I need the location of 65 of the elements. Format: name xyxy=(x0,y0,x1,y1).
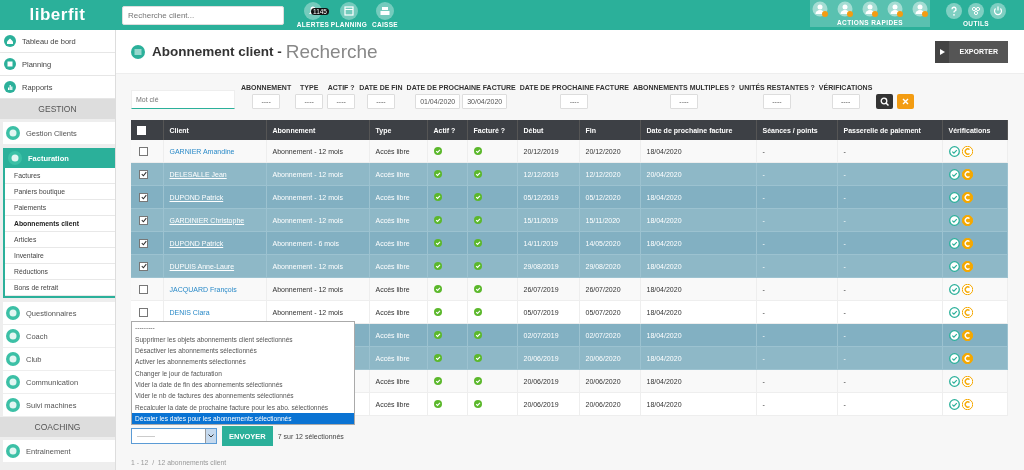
coin-icon[interactable] xyxy=(961,283,973,295)
checkmark-icon xyxy=(140,240,147,246)
search-icon xyxy=(880,97,890,106)
coin-icon[interactable] xyxy=(961,398,973,410)
coin-icon[interactable] xyxy=(961,237,973,249)
circle-icon xyxy=(6,329,20,343)
list-icon xyxy=(131,44,145,59)
circle-icon xyxy=(6,126,20,140)
check-circle-icon[interactable] xyxy=(948,283,960,295)
checkmark-icon xyxy=(140,194,147,200)
caret-icon xyxy=(208,434,214,438)
circle-icon xyxy=(8,151,22,165)
section-title: GESTION xyxy=(0,99,115,119)
power-icon[interactable] xyxy=(990,3,1006,19)
user-add-icon[interactable] xyxy=(811,1,829,18)
check-circle-icon[interactable] xyxy=(948,191,960,203)
home-icon xyxy=(4,35,16,47)
row-checkbox[interactable] xyxy=(139,261,148,271)
row-checkbox[interactable] xyxy=(139,192,148,202)
coin-icon[interactable] xyxy=(961,191,973,203)
circle-icon xyxy=(6,444,20,458)
coin-icon[interactable] xyxy=(961,329,973,341)
coin-icon[interactable] xyxy=(961,168,973,180)
row-checkbox[interactable] xyxy=(139,215,148,225)
check-circle-icon[interactable] xyxy=(948,168,960,180)
coin-icon[interactable] xyxy=(961,375,973,387)
check-circle-icon[interactable] xyxy=(948,398,960,410)
checkmark-icon xyxy=(140,217,147,223)
coin-icon[interactable] xyxy=(961,214,973,226)
page-subtitle: Recherche xyxy=(285,40,378,63)
logo: liberfit xyxy=(28,5,87,25)
tools-icon[interactable] xyxy=(968,3,984,19)
search-field[interactable]: Recherche client... xyxy=(122,5,284,25)
check-circle-icon[interactable] xyxy=(948,145,960,157)
search-button[interactable] xyxy=(876,94,894,109)
row-checkbox[interactable] xyxy=(139,307,148,317)
coin-icon[interactable] xyxy=(961,260,973,272)
row-checkbox[interactable] xyxy=(139,169,148,179)
help-icon[interactable] xyxy=(946,3,962,19)
section-title: COACHING xyxy=(0,417,115,437)
close-icon xyxy=(902,98,910,105)
circle-icon xyxy=(6,306,20,320)
check-circle-icon[interactable] xyxy=(948,306,960,318)
coin-icon[interactable] xyxy=(961,306,973,318)
check-circle-icon[interactable] xyxy=(948,375,960,387)
circle-icon xyxy=(6,398,20,412)
check-circle-icon[interactable] xyxy=(948,329,960,341)
row-checkbox[interactable] xyxy=(139,146,148,156)
chart-icon xyxy=(4,81,16,93)
row-checkbox[interactable] xyxy=(139,238,148,248)
cash-register-icon xyxy=(376,2,394,20)
checkmark-icon xyxy=(140,171,147,177)
select-all-checkbox[interactable] xyxy=(137,125,146,135)
coin-icon[interactable] xyxy=(961,145,973,157)
circle-icon xyxy=(6,352,20,366)
check-circle-icon[interactable] xyxy=(948,352,960,364)
coin-icon[interactable] xyxy=(961,352,973,364)
check-circle-icon[interactable] xyxy=(948,214,960,226)
checkmark-icon xyxy=(140,263,147,269)
play-icon xyxy=(940,48,945,55)
check-circle-icon[interactable] xyxy=(948,260,960,272)
check-circle-icon[interactable] xyxy=(948,237,960,249)
page-title: Abonnement client - xyxy=(152,44,282,59)
circle-icon xyxy=(6,375,20,389)
row-checkbox[interactable] xyxy=(139,284,148,294)
